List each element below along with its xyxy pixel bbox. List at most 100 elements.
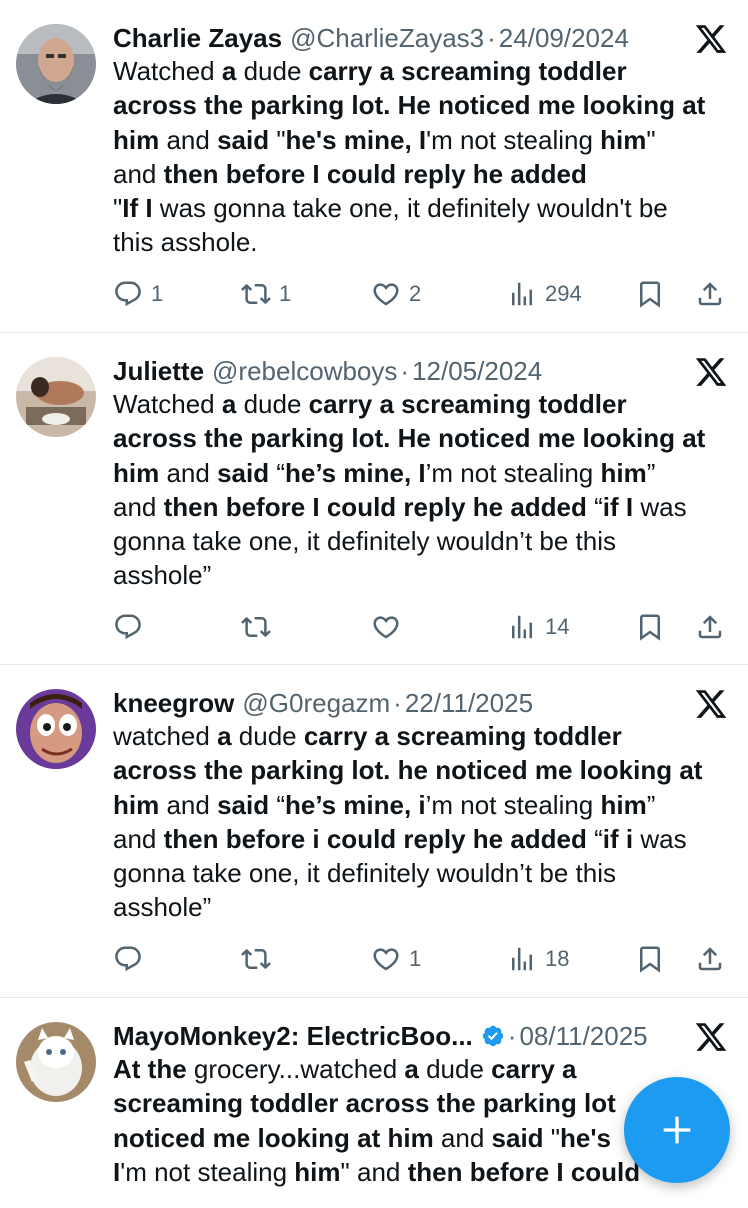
tweet[interactable]: Juliette @rebelcowboys · 12/05/2024 Watched… [0, 333, 748, 665]
tweet-text-segment: “ [269, 457, 285, 488]
tweet-text-segment: 'm not stealing [426, 124, 601, 155]
tweet-text-segment: and [113, 158, 164, 189]
tweet[interactable]: Charlie Zayas @CharlieZayas3 · 24/09/2024 W… [0, 0, 748, 333]
x-logo-icon [695, 358, 727, 386]
tweet-text-segment: carry a screaming toddler [308, 56, 627, 86]
tweet-text-segment: asshole” [113, 892, 212, 923]
username-handle[interactable]: @rebelcowboys [212, 356, 397, 386]
tweet-text-segment: and [433, 1122, 492, 1153]
username-handle[interactable]: @CharlieZayas3 [290, 23, 484, 53]
tweet-text-segment: dude [231, 721, 304, 751]
tweet-text-segment: asshole” [113, 560, 212, 591]
timeline: Charlie Zayas @CharlieZayas3 · 24/09/2024 W… [0, 0, 748, 1208]
tweet-text-segment: " [113, 193, 123, 224]
views-button[interactable]: 14 [507, 609, 569, 645]
views-icon [512, 615, 532, 639]
tweet-header: Juliette @rebelcowboys · 12/05/2024 [113, 351, 688, 391]
bookmark-button[interactable] [635, 941, 665, 977]
display-name[interactable]: Juliette [113, 356, 204, 386]
tweet-text-line: asshole” [113, 558, 743, 592]
tweet-text-segment: carry a screaming toddler [308, 389, 627, 419]
reply-button[interactable] [113, 941, 151, 977]
tweet-text-segment: him [600, 124, 647, 155]
views-button[interactable]: 18 [507, 941, 569, 977]
tweet-text-line: Watched a dude carry a screaming toddler [113, 387, 743, 421]
tweet-text-segment: gonna take one, it definitely wouldn’t b… [113, 858, 617, 889]
like-button[interactable]: 2 [371, 276, 421, 312]
tweet-date[interactable]: 12/05/2024 [412, 356, 542, 386]
separator-dot: · [393, 688, 402, 718]
views-count: 294 [545, 281, 582, 306]
tweet-text-segment: him [600, 789, 647, 820]
repost-button[interactable] [241, 609, 279, 645]
action-bar: 1 18 [113, 941, 733, 977]
tweet-text-line: and then before I could reply he added “… [113, 490, 743, 524]
repost-icon [241, 616, 271, 638]
tweet-text-line: gonna take one, it definitely wouldn’t b… [113, 856, 743, 890]
tweet-text-line: across the parking lot. He noticed me lo… [113, 421, 743, 455]
reply-button[interactable] [113, 609, 151, 645]
tweet-text-segment: 'm not stealing [120, 1156, 295, 1187]
username-handle[interactable]: @G0regazm [242, 688, 390, 718]
repost-icon [241, 283, 271, 305]
display-name[interactable]: Charlie Zayas [113, 23, 282, 53]
tweet-text-segment: across the parking lot. He noticed me lo… [113, 90, 706, 121]
tweet-text-segment: Watched [113, 56, 222, 86]
tweet-text-segment: screaming toddler across the parking lot [113, 1088, 616, 1119]
share-icon [698, 947, 722, 971]
tweet-header: kneegrow @G0regazm · 22/11/2025 [113, 683, 688, 723]
tweet-text-segment: noticed me looking at him [113, 1122, 434, 1153]
compose-button[interactable] [624, 1077, 730, 1183]
avatar[interactable] [16, 689, 96, 769]
tweet-text-segment: he's mine, I [285, 124, 427, 155]
tweet-text-segment: a [404, 1054, 419, 1084]
tweet-text-line: "If I was gonna take one, it definitely … [113, 191, 743, 225]
tweet-date[interactable]: 08/11/2025 [519, 1021, 647, 1051]
views-button[interactable]: 294 [507, 276, 582, 312]
tweet-header: Charlie Zayas @CharlieZayas3 · 24/09/2024 [113, 18, 688, 58]
reply-icon [115, 614, 141, 640]
avatar[interactable] [16, 1022, 96, 1102]
avatar[interactable] [16, 357, 96, 437]
display-name[interactable]: kneegrow [113, 688, 234, 718]
tweet-text-segment: ’m not stealing [425, 789, 601, 820]
tweet-text-line: this asshole. [113, 225, 743, 259]
tweet-text-segment: was [633, 823, 687, 854]
bookmark-button[interactable] [635, 609, 665, 645]
like-button[interactable]: 1 [371, 941, 421, 977]
like-button[interactable] [371, 609, 409, 645]
avatar[interactable] [16, 24, 96, 104]
tweet-text-segment: then before I could reply he added [163, 491, 587, 522]
share-button[interactable] [695, 941, 725, 977]
views-count: 18 [545, 946, 570, 971]
separator-dot: · [400, 356, 410, 386]
tweet-text-line: Watched a dude carry a screaming toddler [113, 54, 743, 88]
bookmark-button[interactable] [635, 276, 665, 312]
tweet-text: Watched a dude carry a screaming toddler… [113, 54, 743, 260]
tweet-date[interactable]: 24/09/2024 [499, 23, 629, 53]
share-button[interactable] [695, 276, 725, 312]
repost-count: 1 [279, 281, 292, 306]
tweet-date[interactable]: 22/11/2025 [405, 688, 533, 718]
share-button[interactable] [695, 609, 725, 645]
repost-button[interactable]: 1 [241, 276, 291, 312]
tweet-text-segment: a [217, 721, 232, 751]
action-bar: 1 1 2 294 [113, 276, 733, 312]
tweet-text-segment: and [113, 491, 164, 522]
views-count: 14 [545, 614, 570, 639]
tweet-text-line: asshole” [113, 890, 743, 924]
tweet-text: Watched a dude carry a screaming toddler… [113, 387, 743, 593]
repost-button[interactable] [241, 941, 279, 977]
display-name[interactable]: MayoMonkey2: ElectricBoo... [113, 1021, 473, 1051]
reply-icon [115, 281, 141, 307]
tweet[interactable]: kneegrow @G0regazm · 22/11/2025 watched a d… [0, 665, 748, 998]
tweet-text-segment: At the [113, 1054, 187, 1084]
reply-button[interactable]: 1 [113, 276, 163, 312]
x-logo-icon [695, 690, 727, 718]
tweet-text-segment: then before i could reply he added [163, 823, 587, 854]
like-count: 2 [409, 281, 422, 306]
tweet-text-segment: said [217, 789, 270, 820]
tweet-text-segment: was gonna take one, it definitely wouldn… [152, 193, 668, 224]
reply-count: 1 [151, 281, 164, 306]
tweet-text-segment: dude [236, 56, 309, 86]
